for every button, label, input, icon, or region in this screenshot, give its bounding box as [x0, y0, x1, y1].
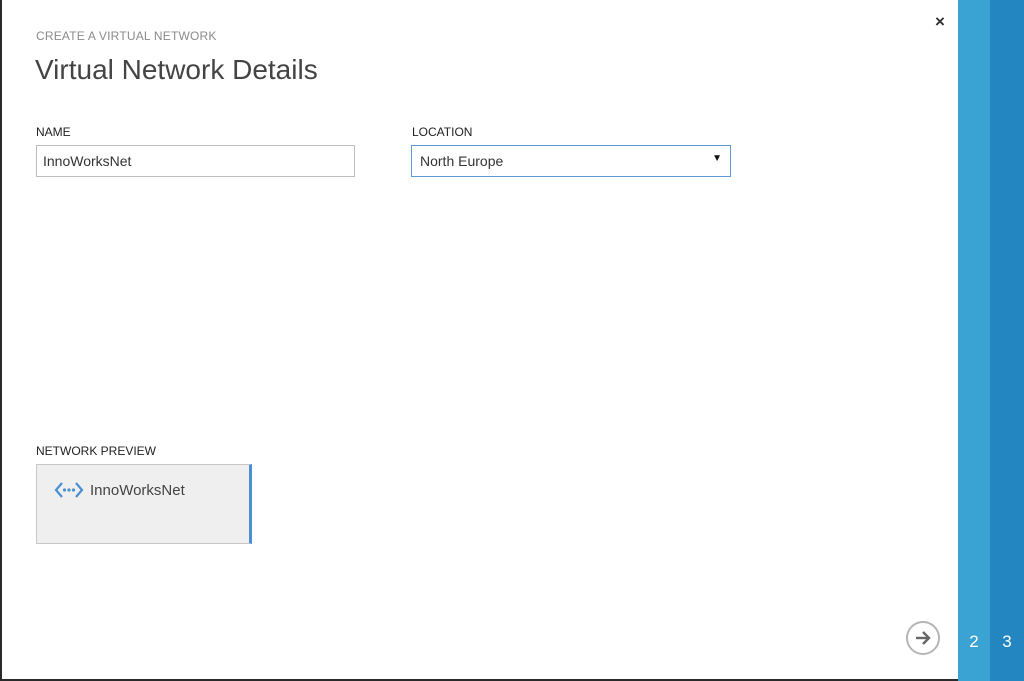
location-selected-value: North Europe: [420, 153, 504, 169]
page-title: Virtual Network Details: [35, 54, 318, 85]
close-button[interactable]: ×: [930, 10, 950, 34]
name-input[interactable]: [36, 145, 355, 177]
network-preview-label: NETWORK PREVIEW: [36, 444, 157, 458]
preview-network-name: InnoWorksNet: [90, 482, 185, 499]
wizard-step-2[interactable]: 2: [958, 0, 990, 681]
arrow-right-icon: [916, 631, 931, 645]
wizard-step-3[interactable]: 3: [990, 0, 1024, 681]
next-button[interactable]: [906, 621, 940, 655]
create-network-dialog: × CREATE A VIRTUAL NETWORK Virtual Netwo…: [2, 0, 958, 679]
chevron-down-icon: ▼: [712, 153, 722, 164]
wizard-subtitle: CREATE A VIRTUAL NETWORK: [36, 29, 217, 43]
step-number-2: 2: [969, 632, 979, 651]
step-number-3: 3: [1002, 632, 1012, 651]
network-preview-card: InnoWorksNet: [36, 464, 252, 544]
location-label: LOCATION: [412, 125, 473, 139]
location-select[interactable]: North Europe ▼: [411, 145, 731, 177]
name-label: NAME: [36, 125, 71, 139]
virtual-network-icon: [54, 482, 84, 498]
